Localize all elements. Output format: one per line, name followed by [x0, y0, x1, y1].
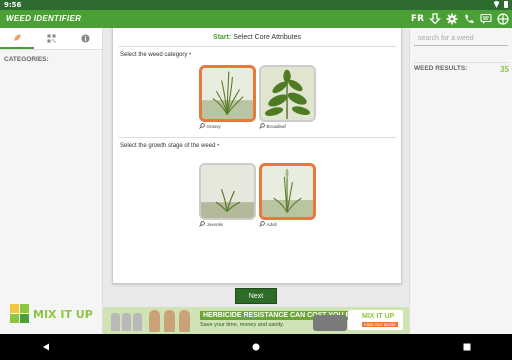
- status-icons: [493, 1, 508, 8]
- logo-squares-icon: [10, 304, 30, 324]
- mix-it-up-logo: MIX IT UP: [10, 304, 93, 324]
- banner-logo-text: MIX IT UP: [362, 313, 395, 320]
- magnifier-icon: [198, 123, 205, 129]
- app-bar: WEED IDENTIFIER FR: [0, 10, 512, 28]
- center-pane: Start: Select Core Attributes Select the…: [103, 28, 409, 334]
- category-options: Grassy Broadleaf: [118, 65, 396, 129]
- left-pane: CATEGORIES:: [0, 28, 103, 334]
- phone-icon[interactable]: [463, 13, 475, 25]
- qr-icon: [46, 34, 56, 43]
- results-count: 35: [500, 65, 509, 74]
- grassy-caption: Grassy: [198, 123, 256, 129]
- navigation-bar: [0, 334, 512, 360]
- category-section: Select the weed category • Grassy Broadl…: [118, 46, 396, 129]
- growth-section: Select the growth stage of the weed • Ju…: [118, 137, 396, 227]
- back-icon[interactable]: [42, 343, 50, 351]
- tab-leaf[interactable]: [0, 28, 34, 49]
- status-time: 9:56: [4, 1, 22, 9]
- banner-subtitle: Save your time, money and sanity.: [200, 322, 284, 328]
- chat-icon[interactable]: [480, 13, 492, 25]
- battery-icon: [504, 1, 508, 8]
- juvenile-label: Juvenile: [206, 221, 224, 227]
- tab-info[interactable]: [68, 28, 102, 49]
- growth-section-title: Select the growth stage of the weed •: [118, 138, 396, 149]
- home-icon[interactable]: [252, 343, 260, 351]
- gear-icon[interactable]: [446, 13, 458, 25]
- language-toggle[interactable]: FR: [411, 14, 424, 24]
- category-title-text: Select the weed category: [120, 52, 188, 58]
- growth-options: Juvenile Adult: [118, 163, 396, 227]
- status-bar: 9:56: [0, 0, 512, 10]
- card-title: Select Core Attributes: [233, 34, 301, 41]
- banner-logo: MIX IT UP FIND OUT MORE: [348, 310, 403, 330]
- logo-text: MIX IT UP: [33, 307, 93, 321]
- adult-label: Adult: [266, 221, 277, 227]
- option-adult[interactable]: Adult: [258, 163, 316, 227]
- main-area: CATEGORIES: MIX IT UP search for a weed …: [0, 28, 512, 334]
- recents-icon[interactable]: [463, 343, 471, 351]
- banner-logo-sub: FIND OUT MORE: [362, 322, 398, 327]
- next-button[interactable]: Next: [235, 288, 277, 304]
- app-title: WEED IDENTIFIER: [6, 14, 82, 23]
- farmers-illustration: [149, 310, 190, 332]
- search-input[interactable]: search for a weed: [414, 32, 508, 46]
- adult-image: [258, 163, 316, 220]
- grassy-image: [198, 65, 256, 122]
- leaf-icon: [13, 34, 21, 41]
- category-title-marker: •: [189, 52, 192, 58]
- results-label: WEED RESULTS:: [414, 65, 468, 72]
- option-juvenile[interactable]: Juvenile: [198, 163, 256, 227]
- categories-label: CATEGORIES:: [4, 56, 49, 63]
- download-icon[interactable]: [429, 13, 441, 25]
- broadleaf-label: Broadleaf: [266, 123, 286, 129]
- info-icon: [80, 34, 90, 43]
- tractor-illustration: [313, 315, 347, 331]
- magnifier-icon: [198, 221, 205, 227]
- start-label: Start:: [213, 34, 232, 41]
- broadleaf-image: [258, 65, 316, 122]
- grassy-label: Grassy: [206, 123, 221, 129]
- tab-qr[interactable]: [34, 28, 68, 49]
- weed-results: WEED RESULTS: 35: [414, 62, 509, 74]
- attributes-card: Start: Select Core Attributes Select the…: [112, 28, 402, 284]
- magnifier-icon: [258, 221, 265, 227]
- app-actions: FR: [411, 12, 509, 26]
- left-tabs: [0, 28, 102, 50]
- silos-illustration: [111, 313, 142, 331]
- juvenile-caption: Juvenile: [198, 221, 256, 227]
- juvenile-image: [198, 163, 256, 220]
- target-icon[interactable]: [497, 13, 509, 25]
- right-pane: search for a weed WEED RESULTS: 35: [409, 28, 512, 334]
- broadleaf-caption: Broadleaf: [258, 123, 316, 129]
- option-grassy[interactable]: Grassy: [198, 65, 256, 129]
- magnifier-icon: [258, 123, 265, 129]
- adult-caption: Adult: [258, 221, 316, 227]
- growth-title-text: Select the growth stage of the weed: [120, 143, 216, 149]
- growth-title-marker: •: [217, 143, 220, 149]
- ad-banner[interactable]: HERBICIDE RESISTANCE CAN COST YOU BIG. S…: [103, 307, 409, 334]
- wifi-icon: [493, 1, 500, 8]
- card-heading: Start: Select Core Attributes: [113, 28, 401, 46]
- category-section-title: Select the weed category •: [118, 47, 396, 58]
- option-broadleaf[interactable]: Broadleaf: [258, 65, 316, 129]
